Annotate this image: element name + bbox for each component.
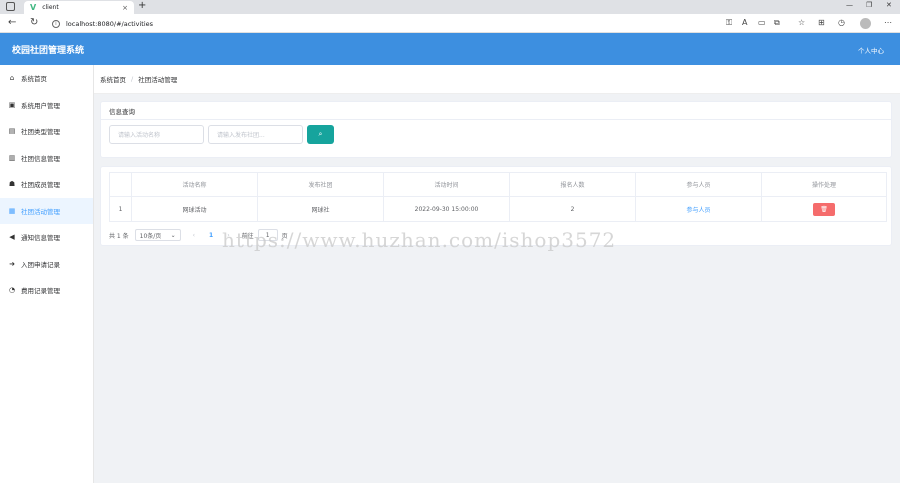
sidebar-item-club-members[interactable]: ☗ 社团成员管理 <box>0 171 93 198</box>
query-card-title: 信息查询 <box>101 102 891 120</box>
cell-name: 网球活动 <box>131 196 258 222</box>
column-header-participants: 参与人员 <box>635 172 762 197</box>
sidebar-item-home[interactable]: ⌂ 系统首页 <box>0 65 93 92</box>
sidebar-item-label: 社团成员管理 <box>21 181 60 190</box>
app-header: 校园社团管理系统 个人中心 <box>0 33 900 65</box>
column-header-name: 活动名称 <box>131 172 258 197</box>
prev-page-button[interactable]: ‹ <box>193 232 195 239</box>
page-size-value: 10条/页 <box>139 232 162 240</box>
back-icon[interactable]: ← <box>8 17 16 28</box>
activity-name-input[interactable]: 请输入活动名称 <box>109 125 204 144</box>
tab-close-icon[interactable]: × <box>122 4 128 12</box>
doc-icon: ▤ <box>8 127 16 136</box>
address-bar[interactable]: i localhost:8080/#/activities <box>52 17 712 30</box>
chevron-down-icon: ⌄ <box>170 231 176 239</box>
read-aloud-icon[interactable]: A <box>742 18 747 27</box>
clock-icon: ◔ <box>8 286 16 295</box>
query-card: 信息查询 请输入活动名称 请输入发布社团... ⌕ <box>100 101 892 158</box>
sidebar-item-label: 社团信息管理 <box>21 154 60 163</box>
site-info-icon[interactable]: i <box>52 19 60 28</box>
sidebar-item-club-info[interactable]: ▥ 社团信息管理 <box>0 145 93 172</box>
watermark: https://www.huzhan.com/ishop3572 <box>222 228 617 252</box>
sidebar-item-label: 系统用户管理 <box>21 101 60 110</box>
table-header-row: 活动名称 发布社团 活动时间 报名人数 参与人员 操作处理 <box>109 172 887 197</box>
app-title: 校园社团管理系统 <box>12 46 85 56</box>
activities-table: 活动名称 发布社团 活动时间 报名人数 参与人员 操作处理 1 网球活动 网球社… <box>109 172 887 222</box>
users-icon: ☗ <box>8 180 16 189</box>
collections-icon[interactable]: ⊞ <box>818 18 825 27</box>
column-header-actions: 操作处理 <box>761 172 887 197</box>
cell-count: 2 <box>509 196 636 222</box>
sidebar-item-notices[interactable]: ◀ 通知信息管理 <box>0 224 93 251</box>
sidebar-item-club-types[interactable]: ▤ 社团类型管理 <box>0 118 93 145</box>
calendar-icon: ▦ <box>8 206 16 215</box>
extensions-icon[interactable]: ⧉ <box>774 18 780 28</box>
sidebar: ⌂ 系统首页 ▣ 系统用户管理 ▤ 社团类型管理 ▥ 社团信息管理 ☗ 社团成员… <box>0 65 94 483</box>
sidebar-item-applications[interactable]: ➜ 入团申请记录 <box>0 251 93 278</box>
breadcrumb: 系统首页 / 社团活动管理 <box>94 65 900 94</box>
delete-button[interactable]: 🗑 <box>813 202 835 216</box>
key-icon[interactable]: ⚿ <box>726 18 732 28</box>
sidebar-item-label: 通知信息管理 <box>21 234 60 243</box>
cell-participants: 参与人员 <box>635 196 762 222</box>
reader-icon[interactable]: ▭ <box>758 18 766 27</box>
page-number[interactable]: 1 <box>209 232 213 239</box>
vue-logo-icon: V <box>30 3 37 12</box>
search-icon: ⌕ <box>318 130 323 138</box>
browser-tabstrip: V client × + — ❐ ✕ <box>0 0 900 14</box>
user-icon: ▣ <box>8 100 16 109</box>
window-menu-icon[interactable] <box>6 2 15 11</box>
cell-club: 网球社 <box>257 196 384 222</box>
page-size-select[interactable]: 10条/页 ⌄ <box>134 229 181 241</box>
url-text: localhost:8080/#/activities <box>66 19 154 28</box>
cell-index: 1 <box>109 196 132 222</box>
user-center-link[interactable]: 个人中心 <box>858 45 884 55</box>
signin-icon: ➜ <box>9 259 15 268</box>
column-header-time: 活动时间 <box>383 172 510 197</box>
sidebar-item-club-activities[interactable]: ▦ 社团活动管理 <box>0 197 93 224</box>
breadcrumb-current: 社团活动管理 <box>138 76 178 84</box>
profile-avatar[interactable] <box>860 18 871 29</box>
sidebar-item-label: 社团类型管理 <box>21 128 60 137</box>
column-header-club: 发布社团 <box>257 172 384 197</box>
reload-icon[interactable]: ↻ <box>30 17 38 28</box>
column-header-count: 报名人数 <box>509 172 636 197</box>
new-tab-button[interactable]: + <box>138 0 146 11</box>
browser-tab[interactable]: V client × <box>24 1 134 14</box>
close-window-button[interactable]: ✕ <box>886 1 892 9</box>
sidebar-item-system-users[interactable]: ▣ 系统用户管理 <box>0 92 93 119</box>
breadcrumb-separator: / <box>131 75 134 83</box>
bullhorn-icon: ◀ <box>9 233 15 242</box>
more-icon[interactable]: ⋯ <box>884 18 892 27</box>
sidebar-item-label: 入团申请记录 <box>21 260 60 269</box>
breadcrumb-home[interactable]: 系统首页 <box>100 74 126 84</box>
sidebar-item-label: 社团活动管理 <box>21 207 60 216</box>
favorite-icon[interactable]: ☆ <box>798 18 805 27</box>
tab-title: client <box>42 4 59 11</box>
history-icon[interactable]: ◷ <box>838 18 845 27</box>
minimize-button[interactable]: — <box>846 1 853 9</box>
table-row: 1 网球活动 网球社 2022-09-30 15:00:00 2 参与人员 🗑 <box>109 196 887 222</box>
participants-link[interactable]: 参与人员 <box>686 207 710 214</box>
pagination-total: 共 1 条 <box>109 232 129 240</box>
info-icon: ▥ <box>8 153 16 162</box>
sidebar-item-fees[interactable]: ◔ 费用记录管理 <box>0 277 93 304</box>
club-input[interactable]: 请输入发布社团... <box>208 125 303 144</box>
search-button[interactable]: ⌕ <box>307 125 334 144</box>
restore-button[interactable]: ❐ <box>866 1 872 9</box>
sidebar-item-label: 费用记录管理 <box>21 287 60 296</box>
sidebar-item-label: 系统首页 <box>21 75 47 84</box>
home-icon: ⌂ <box>9 74 15 83</box>
trash-icon: 🗑 <box>820 205 828 213</box>
column-header-index <box>109 172 132 197</box>
cell-time: 2022-09-30 15:00:00 <box>383 196 510 222</box>
browser-toolbar: ← ↻ i localhost:8080/#/activities ⚿ A ▭ … <box>0 14 900 33</box>
cell-actions: 🗑 <box>761 196 887 222</box>
